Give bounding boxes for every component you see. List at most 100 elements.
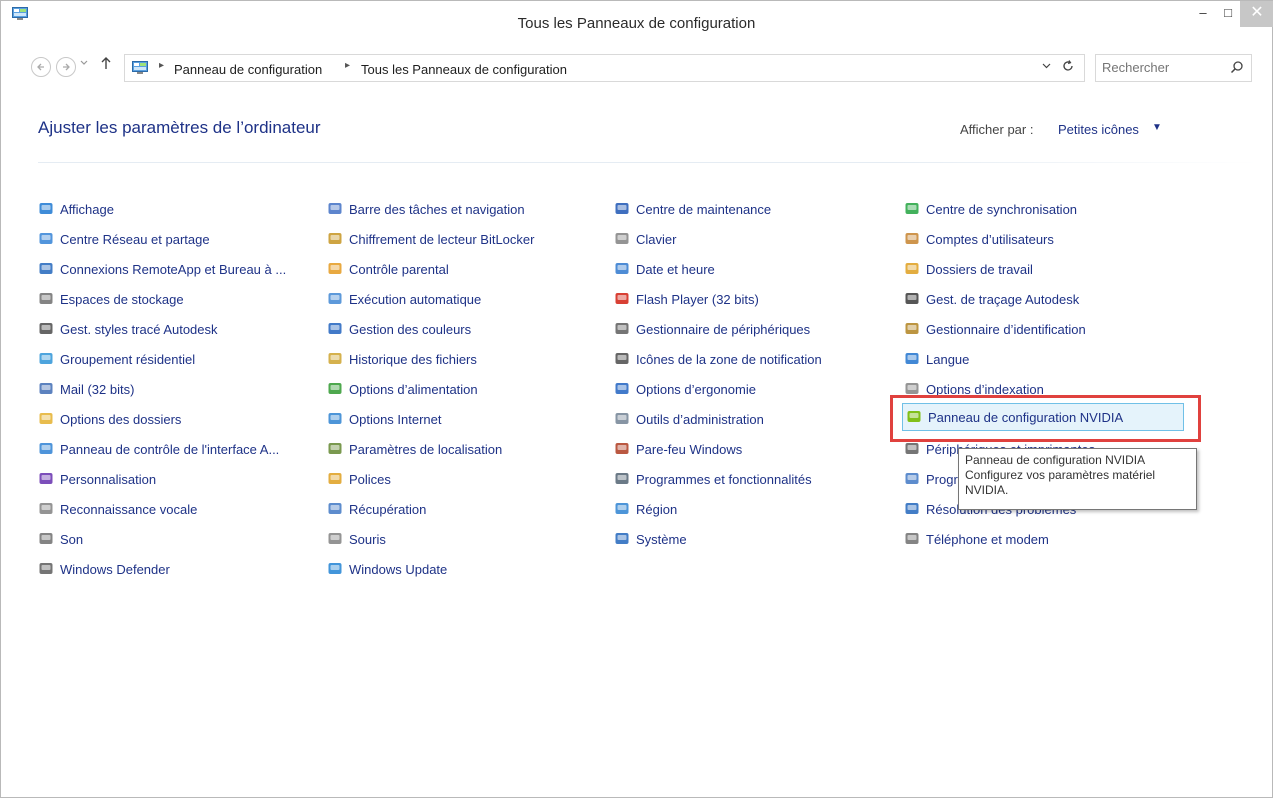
control-panel-item[interactable]: Gestionnaire de périphériques <box>614 318 810 340</box>
control-panel-item[interactable]: Personnalisation <box>38 468 156 490</box>
language-icon <box>904 351 920 367</box>
control-panel-item[interactable]: Contrôle parental <box>327 258 449 280</box>
control-panel-item[interactable]: Historique des fichiers <box>327 348 477 370</box>
view-by-dropdown[interactable]: Petites icônes <box>1058 122 1139 137</box>
control-panel-item-label: Connexions RemoteApp et Bureau à ... <box>60 261 287 277</box>
control-panel-item[interactable]: Souris <box>327 528 386 550</box>
page-title: Ajuster les paramètres de l’ordinateur <box>38 118 321 137</box>
back-button[interactable] <box>31 57 51 77</box>
control-panel-item[interactable]: Région <box>614 498 677 520</box>
control-panel-item[interactable]: Options Internet <box>327 408 442 430</box>
breadcrumb-separator-icon[interactable]: ▸ <box>345 60 350 71</box>
control-panel-item[interactable]: Centre Réseau et partage <box>38 228 210 250</box>
view-by-label: Afficher par : <box>960 122 1034 137</box>
control-panel-item[interactable]: Gestion des couleurs <box>327 318 471 340</box>
power-icon <box>327 381 343 397</box>
control-panel-item-label: Reconnaissance vocale <box>60 501 198 517</box>
control-panel-item[interactable]: Récupération <box>327 498 426 520</box>
control-panel-item-label: Récupération <box>349 501 427 517</box>
window-title: Tous les Panneaux de configuration <box>517 15 756 32</box>
control-panel-item[interactable]: Panneau de contrôle de l'interface A... <box>38 438 279 460</box>
clock-icon <box>614 261 630 277</box>
control-panel-item-label: Windows Update <box>349 561 448 577</box>
control-panel-item[interactable]: Centre de synchronisation <box>904 198 1077 220</box>
control-panel-item[interactable]: Windows Update <box>327 558 447 580</box>
control-panel-item[interactable]: Son <box>38 528 83 550</box>
up-button[interactable] <box>100 56 112 75</box>
control-panel-item[interactable]: Programmes et fonctionnalités <box>614 468 812 490</box>
control-panel-item[interactable]: Date et heure <box>614 258 715 280</box>
breadcrumb-all-panels[interactable]: Tous les Panneaux de configuration <box>361 62 567 77</box>
internet-options-icon <box>327 411 343 427</box>
control-panel-item-label: Gestionnaire d’identification <box>926 321 1086 337</box>
control-panel-item[interactable]: Options des dossiers <box>38 408 181 430</box>
search-input[interactable] <box>1102 60 1222 75</box>
phone-modem-icon <box>904 531 920 547</box>
control-panel-item[interactable]: Chiffrement de lecteur BitLocker <box>327 228 534 250</box>
address-history-button[interactable] <box>1042 61 1051 73</box>
control-panel-item[interactable]: Centre de maintenance <box>614 198 771 220</box>
search-box[interactable] <box>1095 54 1252 82</box>
control-panel-item[interactable]: Téléphone et modem <box>904 528 1049 550</box>
chevron-down-icon <box>80 60 88 65</box>
control-panel-item[interactable]: Connexions RemoteApp et Bureau à ... <box>38 258 286 280</box>
storage-icon <box>38 291 54 307</box>
control-panel-item[interactable]: Langue <box>904 348 969 370</box>
control-panel-window: Tous les Panneaux de configuration – □ ✕… <box>0 0 1273 798</box>
control-panel-item[interactable]: Reconnaissance vocale <box>38 498 197 520</box>
control-panel-item[interactable]: Gest. de traçage Autodesk <box>904 288 1079 310</box>
control-panel-item[interactable]: Barre des tâches et navigation <box>327 198 525 220</box>
control-panel-item-label: Son <box>60 531 84 547</box>
control-panel-item[interactable]: Espaces de stockage <box>38 288 184 310</box>
control-panel-item-label: Dossiers de travail <box>926 261 1033 277</box>
control-panel-item[interactable]: Flash Player (32 bits) <box>614 288 759 310</box>
control-panel-item[interactable]: Clavier <box>614 228 676 250</box>
control-panel-item[interactable]: Mail (32 bits) <box>38 378 134 400</box>
breadcrumb-separator-icon[interactable]: ▸ <box>159 60 164 71</box>
control-panel-item[interactable]: Dossiers de travail <box>904 258 1033 280</box>
control-panel-item-label: Chiffrement de lecteur BitLocker <box>349 231 535 247</box>
control-panel-item-label: Mail (32 bits) <box>60 381 135 397</box>
control-panel-item[interactable]: Windows Defender <box>38 558 170 580</box>
personalization-icon <box>38 471 54 487</box>
forward-button[interactable] <box>56 57 76 77</box>
control-panel-item[interactable]: Pare-feu Windows <box>614 438 742 460</box>
control-panel-item[interactable]: Gest. styles tracé Autodesk <box>38 318 218 340</box>
control-panel-item-label: Windows Defender <box>60 561 170 577</box>
region-icon <box>614 501 630 517</box>
tooltip-description-cont: NVIDIA. <box>965 483 1009 497</box>
control-panel-item[interactable]: Outils d’administration <box>614 408 764 430</box>
minimize-button[interactable]: – <box>1189 1 1217 27</box>
dropdown-arrow-icon[interactable]: ▼ <box>1152 122 1162 133</box>
remoteapp-icon <box>38 261 54 277</box>
control-panel-item[interactable]: Système <box>614 528 687 550</box>
control-panel-item[interactable]: Groupement résidentiel <box>38 348 195 370</box>
close-button[interactable]: ✕ <box>1240 1 1273 27</box>
refresh-button[interactable] <box>1062 59 1074 75</box>
control-panel-item[interactable]: Paramètres de localisation <box>327 438 502 460</box>
tooltip: Panneau de configuration NVIDIA Configur… <box>958 448 1197 510</box>
speaker-icon <box>38 531 54 547</box>
control-panel-item[interactable]: Gestionnaire d’identification <box>904 318 1086 340</box>
control-panel-item[interactable]: Options d’ergonomie <box>614 378 756 400</box>
control-panel-item[interactable]: Icônes de la zone de notification <box>614 348 822 370</box>
address-field[interactable]: ▸ Panneau de configuration ▸ Tous les Pa… <box>124 54 1085 82</box>
control-panel-item-label: Barre des tâches et navigation <box>349 201 525 217</box>
programs-icon <box>614 471 630 487</box>
control-panel-item[interactable]: Exécution automatique <box>327 288 481 310</box>
notification-icon <box>614 351 630 367</box>
control-panel-item-label: Centre de maintenance <box>636 201 772 217</box>
search-icon[interactable] <box>1230 60 1244 74</box>
interface-panel-icon <box>38 441 54 457</box>
control-panel-item[interactable]: Comptes d’utilisateurs <box>904 228 1054 250</box>
autoplay-icon <box>327 291 343 307</box>
control-panel-item[interactable]: Affichage <box>38 198 114 220</box>
control-panel-item[interactable]: Polices <box>327 468 391 490</box>
color-management-icon <box>327 321 343 337</box>
breadcrumb-control-panel[interactable]: Panneau de configuration <box>174 62 322 77</box>
maximize-button[interactable]: □ <box>1214 1 1242 27</box>
control-panel-item[interactable]: Options d’alimentation <box>327 378 478 400</box>
recent-locations-button[interactable] <box>80 59 88 69</box>
control-panel-item-label: Gest. styles tracé Autodesk <box>60 321 218 337</box>
display-icon <box>38 201 54 217</box>
